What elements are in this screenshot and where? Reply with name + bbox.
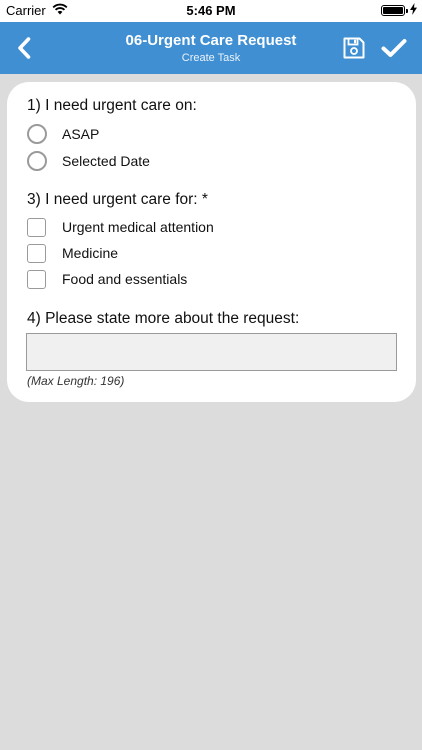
option-label: Selected Date [62, 153, 150, 169]
option-label: Urgent medical attention [62, 219, 214, 235]
option-label: Food and essentials [62, 271, 188, 287]
back-chevron-icon[interactable] [8, 32, 40, 64]
checkbox[interactable] [27, 217, 46, 237]
checkmark-icon[interactable] [378, 34, 410, 62]
radio-option-selected-date[interactable]: Selected Date [27, 149, 150, 173]
checkbox[interactable] [27, 269, 46, 289]
battery-icon [381, 5, 408, 16]
checkbox-option-food[interactable]: Food and essentials [27, 267, 187, 291]
checkbox-option-urgent-medical[interactable]: Urgent medical attention [27, 215, 214, 239]
status-bar: Carrier 5:46 PM [0, 0, 422, 22]
radio-button[interactable] [27, 151, 47, 171]
max-length-hint: (Max Length: 196) [27, 374, 125, 388]
request-details-input[interactable] [26, 333, 397, 371]
checkbox[interactable] [27, 243, 46, 263]
checkbox-option-medicine[interactable]: Medicine [27, 241, 118, 265]
navigation-bar: 06-Urgent Care Request Create Task [0, 22, 422, 74]
save-floppy-icon[interactable] [340, 34, 368, 62]
radio-button[interactable] [27, 124, 47, 144]
page-subtitle: Create Task [181, 52, 241, 64]
request-form-card: 1) I need urgent care on: ASAP Selected … [7, 82, 416, 402]
charging-bolt-icon [410, 3, 417, 18]
question-3-label: 3) I need urgent care for: * [27, 191, 208, 208]
page-title: 06-Urgent Care Request [125, 32, 297, 49]
option-label: Medicine [62, 245, 119, 261]
option-label: ASAP [62, 126, 100, 142]
radio-option-asap[interactable]: ASAP [27, 122, 99, 146]
clock-time: 5:46 PM [186, 3, 236, 18]
nav-titles: 06-Urgent Care Request Create Task [80, 31, 342, 65]
question-1-label: 1) I need urgent care on: [27, 97, 197, 114]
question-4-label: 4) Please state more about the request: [27, 310, 300, 327]
